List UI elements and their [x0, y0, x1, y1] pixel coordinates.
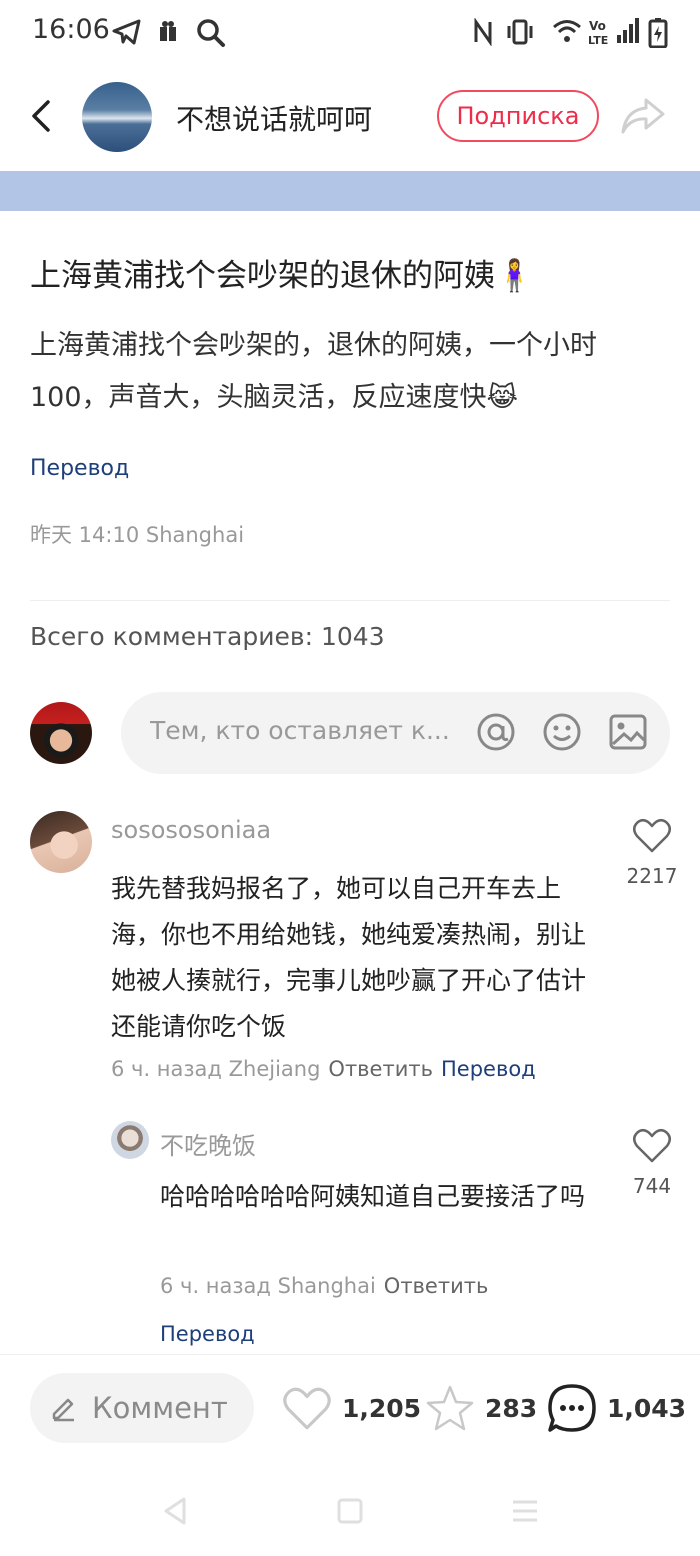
back-icon[interactable]	[24, 96, 64, 136]
pencil-icon	[52, 1398, 74, 1422]
vibrate-icon	[507, 19, 533, 45]
author-avatar[interactable]	[82, 82, 152, 152]
volte-icon: Vo LTE	[588, 19, 608, 46]
nav-menu-icon[interactable]	[510, 1496, 540, 1526]
signal-icon	[617, 18, 639, 43]
nfc-icon	[474, 18, 492, 46]
heart-icon[interactable]	[632, 818, 672, 854]
comment-meta: 6 ч. назад Shanghai Ответить	[160, 1274, 488, 1298]
at-icon[interactable]	[476, 712, 516, 752]
like-count: 1,205	[342, 1394, 422, 1423]
telegram-icon	[112, 19, 141, 45]
my-avatar	[30, 702, 92, 764]
commenter-avatar[interactable]	[30, 811, 92, 873]
comment-meta: 6 ч. назад Zhejiang Ответить Перевод	[111, 1057, 536, 1081]
comment-meta: Перевод	[160, 1322, 255, 1346]
post-body: 上海黄浦找个会吵架的，退休的阿姨，一个小时100，声音大，头脑灵活，反应速度快😹	[30, 330, 597, 413]
divider	[30, 600, 670, 601]
author-name[interactable]: 不想说话就呵呵	[176, 98, 372, 138]
image-icon[interactable]	[608, 712, 648, 752]
post-meta: 昨天 14:10 Shanghai	[30, 523, 245, 547]
comment-time-location: 6 ч. назад Zhejiang	[111, 1057, 321, 1081]
chat-icon[interactable]	[546, 1382, 598, 1434]
star-icon[interactable]	[425, 1384, 475, 1432]
battery-icon	[648, 18, 668, 48]
bottom-bar-divider	[0, 1354, 700, 1355]
svg-text:LTE: LTE	[588, 34, 608, 46]
comment-time-location: 6 ч. назад Shanghai	[160, 1274, 376, 1298]
reply-button[interactable]: Ответить	[328, 1057, 433, 1081]
comment-button-label: Коммент	[92, 1391, 228, 1425]
comment-button[interactable]: Коммент	[30, 1373, 254, 1443]
comment-like-count: 2217	[626, 864, 678, 888]
post-title: 上海黄浦找个会吵架的退休的阿姨🧍‍♀️	[30, 258, 534, 294]
subscribe-button[interactable]: Подписка	[437, 90, 599, 142]
reply-button[interactable]: Ответить	[384, 1274, 489, 1298]
comments-count: Всего комментариев: 1043	[30, 622, 385, 651]
comment-username[interactable]: 不吃晚饭	[160, 1126, 256, 1161]
heart-icon[interactable]	[632, 1128, 672, 1164]
emoji-icon[interactable]	[542, 712, 582, 752]
comment-count: 1,043	[607, 1394, 687, 1423]
comment-translate-link[interactable]: Перевод	[160, 1322, 255, 1346]
comment-text: 哈哈哈哈哈哈阿姨知道自己要接活了吗	[160, 1182, 586, 1211]
favorite-count: 283	[485, 1394, 538, 1423]
search-icon	[197, 19, 225, 47]
gift-icon	[160, 21, 176, 41]
comment-translate-link[interactable]: Перевод	[441, 1057, 536, 1081]
comment-text: 我先替我妈报名了，她可以自己开车去上海，你也不用给她钱，她纯爱凑热闹，别让她被人…	[111, 874, 587, 1041]
share-icon[interactable]	[620, 96, 666, 136]
nav-home-icon[interactable]	[336, 1496, 364, 1526]
comment-like-count: 744	[632, 1174, 672, 1198]
status-time: 16:06	[32, 14, 110, 45]
comment-input-placeholder[interactable]: Тем, кто оставляет к...	[150, 716, 450, 745]
comment-username[interactable]: sosososoniaa	[111, 816, 271, 844]
svg-text:Vo: Vo	[589, 19, 606, 33]
nav-back-icon[interactable]	[162, 1496, 188, 1526]
wifi-icon	[553, 20, 581, 42]
commenter-avatar[interactable]	[111, 1121, 149, 1159]
post-translate-link[interactable]: Перевод	[30, 456, 129, 481]
post-banner	[0, 171, 700, 211]
heart-icon[interactable]	[282, 1386, 332, 1432]
